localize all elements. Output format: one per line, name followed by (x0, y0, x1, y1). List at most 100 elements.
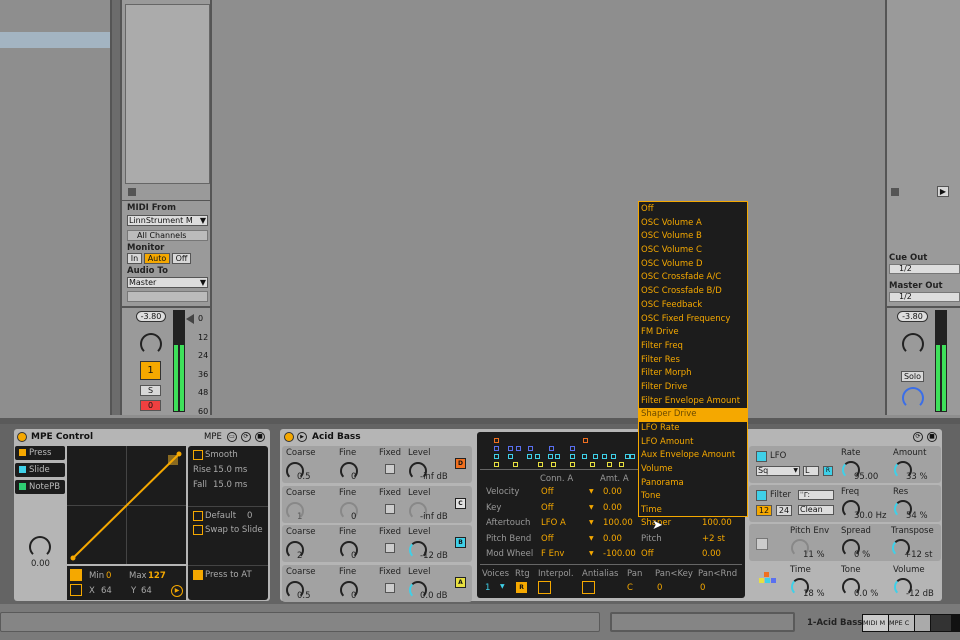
clip-slot-area[interactable] (125, 4, 210, 184)
menu-item[interactable]: Filter Morph (639, 367, 747, 381)
amt-a-value[interactable]: -100.00 (603, 549, 636, 559)
tab-press[interactable]: Press (15, 446, 65, 460)
menu-item[interactable]: OSC Volume D (639, 258, 747, 272)
chevron-down-icon[interactable]: ▼ (589, 535, 594, 542)
conn-b-select[interactable]: Pitch (641, 534, 662, 544)
mpe-knob[interactable] (29, 536, 51, 558)
menu-item[interactable]: Filter Drive (639, 381, 747, 395)
fall-value[interactable]: 15.0 ms (213, 480, 247, 490)
menu-item[interactable]: OSC Crossfade A/C (639, 271, 747, 285)
monitor-off-button[interactable]: Off (172, 253, 191, 264)
chain-device-thumb[interactable] (915, 615, 930, 631)
selected-row[interactable] (0, 32, 110, 48)
stop-all-button[interactable] (891, 188, 899, 196)
play-scene-button[interactable]: ▶ (937, 186, 949, 197)
menu-item[interactable]: OSC Fixed Frequency (639, 313, 747, 327)
antialias-checkbox[interactable] (582, 581, 595, 594)
osc-tag-d[interactable]: D (455, 458, 466, 469)
y-value[interactable]: 64 (141, 586, 152, 596)
voices-dropdown-icon[interactable]: ▼ (500, 583, 505, 590)
monitor-in-button[interactable]: In (127, 253, 142, 264)
menu-item[interactable]: Filter Envelope Amount (639, 395, 747, 409)
amt-a-value[interactable]: 0.00 (603, 534, 636, 544)
pan-knob[interactable] (140, 333, 162, 355)
menu-item[interactable]: OSC Volume B (639, 230, 747, 244)
master-pan-knob[interactable] (902, 333, 924, 355)
linear-curve-button[interactable] (70, 569, 82, 581)
menu-item[interactable]: Aux Envelope Amount (639, 449, 747, 463)
amt-a-value[interactable]: 0.00 (603, 503, 636, 513)
menu-item[interactable]: Panorama (639, 477, 747, 491)
slope-24-button[interactable]: 24 (776, 505, 792, 516)
fixed-checkbox[interactable] (385, 503, 395, 514)
audio-to-channel[interactable] (127, 291, 208, 302)
save-preset-icon[interactable]: ■ (927, 432, 937, 442)
tab-notepb[interactable]: NotePB (15, 480, 65, 494)
amt-b-value[interactable]: +2 st (702, 534, 725, 544)
pan-value[interactable]: C (627, 583, 633, 593)
slope-12-button[interactable]: 12 (756, 505, 772, 516)
map-icon[interactable]: ⟳ (913, 432, 923, 442)
chain-device-mpe[interactable]: MPE C (889, 615, 914, 631)
menu-item[interactable]: OSC Volume A (639, 217, 747, 231)
fixed-checkbox[interactable] (385, 543, 395, 553)
press-to-at-checkbox[interactable] (193, 570, 203, 580)
voices-value[interactable]: 1 (485, 583, 490, 593)
conn-a-select[interactable]: F Env (541, 549, 564, 559)
menu-item[interactable]: Filter Res (639, 354, 747, 368)
smooth-checkbox[interactable] (193, 450, 203, 460)
pitch-env-toggle[interactable] (756, 538, 768, 550)
play-icon[interactable]: ▶ (297, 432, 307, 442)
menu-item[interactable]: OSC Feedback (639, 299, 747, 313)
max-value[interactable]: 127 (148, 571, 166, 581)
tab-slide[interactable]: Slide (15, 463, 65, 477)
cue-volume-knob[interactable] (902, 387, 924, 409)
interpolation-checkbox[interactable] (538, 581, 551, 594)
device-on-button[interactable] (284, 432, 294, 442)
chain-device-thumb[interactable] (931, 615, 951, 631)
default-value[interactable]: 0 (247, 511, 252, 521)
osc-tag-a[interactable]: A (455, 576, 466, 588)
min-value[interactable]: 0 (106, 571, 111, 581)
osc-tag-c[interactable]: C (455, 497, 466, 509)
osc-tag-b[interactable]: B (455, 537, 466, 548)
modulation-target-dropdown[interactable]: Off OSC Volume A OSC Volume B OSC Volume CO… (638, 201, 748, 517)
conn-a-select[interactable]: Off (541, 487, 554, 497)
conn-a-select[interactable]: LFO A (541, 518, 566, 528)
pan-rnd-value[interactable]: 0 (700, 583, 705, 593)
conn-a-select[interactable]: Off (541, 503, 554, 513)
lfo-toggle[interactable] (756, 451, 767, 462)
channel-select[interactable]: All Channels (127, 230, 208, 241)
conn-b-select[interactable]: Off (641, 549, 654, 559)
device-chain-overview[interactable]: MIDI M MPE C (862, 614, 960, 632)
chevron-down-icon[interactable]: ▼ (589, 504, 594, 511)
s-curve-button[interactable] (70, 584, 82, 596)
chevron-down-icon[interactable]: ▼ (589, 488, 594, 495)
pan-key-value[interactable]: 0 (657, 583, 662, 593)
fixed-checkbox[interactable] (385, 464, 395, 474)
solo-mode-button[interactable]: Solo (901, 371, 924, 382)
cue-out-select[interactable]: 1/2 (889, 264, 960, 274)
conn-a-select[interactable]: Off (541, 534, 554, 544)
menu-item[interactable]: Filter Freq (639, 340, 747, 354)
retrigger-button[interactable]: R (516, 582, 527, 593)
menu-item[interactable]: Time (639, 504, 747, 518)
amt-a-value[interactable]: 100.00 (603, 518, 636, 528)
monitor-auto-button[interactable]: Auto (144, 253, 170, 264)
chain-device-midi[interactable]: MIDI M (863, 615, 888, 631)
save-preset-icon[interactable]: ■ (255, 432, 265, 442)
menu-item[interactable]: Shaper Drive (639, 408, 747, 422)
chevron-down-icon[interactable]: ▼ (589, 519, 594, 526)
play-icon[interactable]: ▶ (171, 585, 183, 597)
menu-item[interactable]: Off (639, 203, 747, 217)
map-icon[interactable]: ⟳ (241, 432, 251, 442)
track-volume-display[interactable]: -3.80 (136, 311, 166, 322)
menu-item[interactable]: OSC Volume C (639, 244, 747, 258)
device-on-button[interactable] (17, 432, 27, 442)
rise-value[interactable]: 15.0 ms (213, 465, 247, 475)
hot-swap-icon[interactable]: ▭ (227, 432, 237, 442)
filter-type-select[interactable]: ˈˈΓː (798, 490, 834, 500)
menu-item[interactable]: LFO Rate (639, 422, 747, 436)
midi-from-select[interactable]: LinnStrument M ▼ (127, 215, 208, 226)
default-checkbox[interactable] (193, 511, 203, 521)
